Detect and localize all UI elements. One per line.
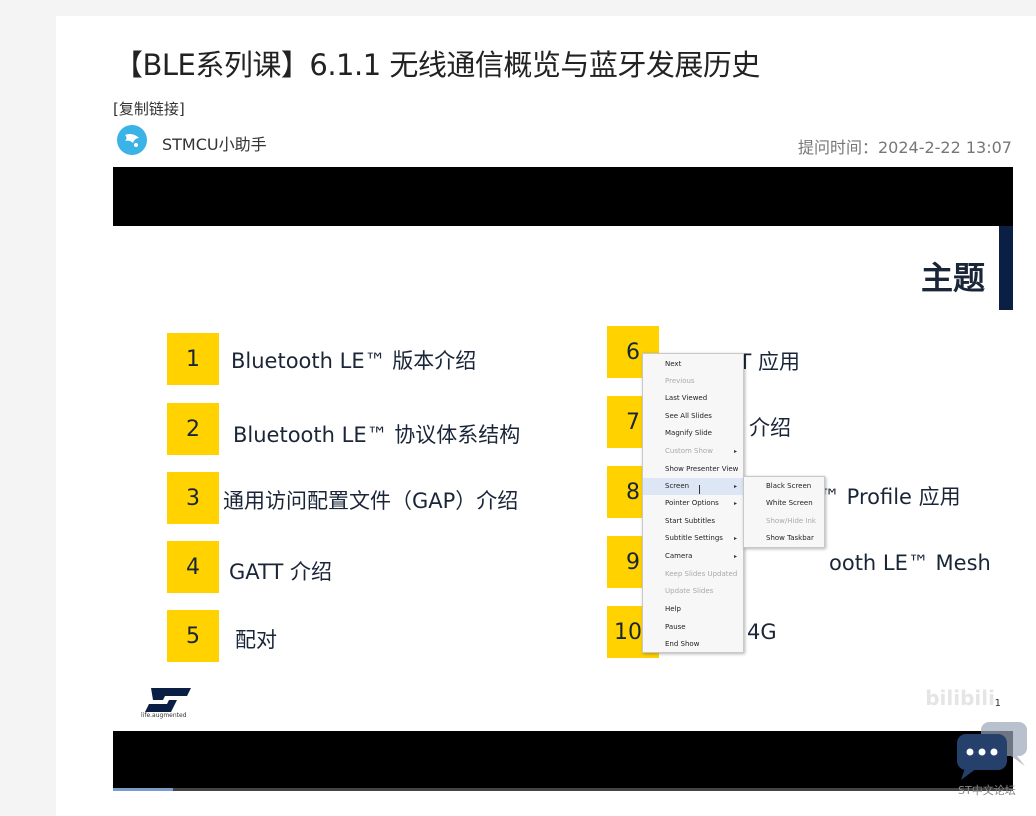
menu-item-label: Pointer Options bbox=[665, 499, 719, 507]
item-text: Bluetooth LE™ 版本介绍 bbox=[231, 349, 477, 373]
post-time: 提问时间：2024-2-22 13:07 bbox=[797, 138, 1012, 157]
item-number: 3 bbox=[167, 472, 219, 524]
menu-item-previous: Previous bbox=[665, 377, 695, 385]
list-item: 5 配对 bbox=[167, 610, 467, 664]
menu-item-end-show[interactable]: End Show bbox=[643, 636, 743, 653]
video-progress-bar[interactable] bbox=[113, 788, 1013, 791]
screen-submenu: Black Screen White Screen Show/Hide Ink … bbox=[743, 476, 825, 548]
menu-item-pause[interactable]: Pause bbox=[643, 619, 743, 636]
slide-accent-bar bbox=[999, 226, 1013, 310]
menu-item-last-viewed[interactable]: Last Viewed bbox=[643, 390, 743, 407]
menu-item-camera[interactable]: Camera ▸ bbox=[643, 548, 743, 565]
menu-item-subtitle-settings[interactable]: Subtitle Settings ▸ bbox=[643, 530, 743, 547]
item-number: 5 bbox=[167, 610, 219, 662]
item-text: Bluetooth LE™ 协议体系结构 bbox=[233, 423, 521, 447]
item-text: ™ Profile 应用 bbox=[819, 485, 961, 509]
menu-item-presenter-view[interactable]: Show Presenter View bbox=[643, 461, 743, 478]
menu-item-label: Camera bbox=[665, 552, 693, 560]
menu-item-screen[interactable]: Screen ▸ bbox=[643, 478, 743, 495]
context-menu: Next Previous Last Viewed See All Slides… bbox=[642, 353, 744, 653]
menu-item-label: Custom Show bbox=[665, 447, 713, 455]
slide-content: 主题 1 Bluetooth LE™ 版本介绍 2 Bluetooth LE™ … bbox=[113, 226, 1013, 731]
slide-title: 主题 bbox=[920, 259, 985, 297]
list-item: 1 Bluetooth LE™ 版本介绍 bbox=[167, 333, 567, 387]
menu-item-pointer-options[interactable]: Pointer Options ▸ bbox=[643, 495, 743, 512]
item-text: ooth LE™ Mesh bbox=[829, 551, 991, 575]
slide-page-number: 1 bbox=[994, 698, 1001, 709]
st-logo: life.augmented bbox=[141, 686, 197, 720]
submenu-arrow-icon: ▸ bbox=[733, 500, 737, 507]
menu-item-label: Screen bbox=[665, 482, 690, 490]
menu-item-custom-show: Custom Show ▸ bbox=[643, 443, 743, 460]
bilibili-watermark: bilibili bbox=[925, 686, 995, 710]
copy-link-button[interactable]: [复制链接] bbox=[113, 98, 185, 119]
submenu-arrow-icon: ▸ bbox=[733, 553, 737, 560]
mouse-cursor-icon bbox=[699, 485, 705, 494]
item-text: GATT 介绍 bbox=[229, 560, 332, 584]
menu-item-white-screen[interactable]: White Screen bbox=[744, 495, 824, 512]
menu-item-start-subtitles[interactable]: Start Subtitles bbox=[643, 513, 743, 530]
item-text: 通用访问配置文件（GAP）介绍 bbox=[223, 489, 519, 513]
list-item: 3 通用访问配置文件（GAP）介绍 bbox=[167, 472, 607, 526]
list-item: 2 Bluetooth LE™ 协议体系结构 bbox=[167, 403, 587, 457]
item-number: 1 bbox=[167, 333, 219, 385]
menu-item-magnify-slide[interactable]: Magnify Slide bbox=[643, 425, 743, 442]
video-progress-fill bbox=[113, 788, 173, 791]
item-number: 4 bbox=[167, 541, 219, 593]
author-name[interactable]: STMCU小助手 bbox=[162, 131, 267, 155]
item-text: 介绍 bbox=[749, 416, 791, 440]
menu-item-label: Subtitle Settings bbox=[665, 534, 723, 542]
submenu-arrow-icon: ▸ bbox=[733, 483, 737, 490]
chat-bubble-icon bbox=[957, 722, 1027, 780]
list-item: 4 GATT 介绍 bbox=[167, 541, 467, 595]
menu-item-next[interactable]: Next bbox=[643, 356, 743, 373]
avatar[interactable] bbox=[117, 125, 147, 155]
item-text: 配对 bbox=[235, 628, 277, 652]
video-player[interactable]: 主题 1 Bluetooth LE™ 版本介绍 2 Bluetooth LE™ … bbox=[113, 167, 1013, 791]
menu-item-update-slides: Update Slides bbox=[665, 587, 714, 595]
submenu-arrow-icon: ▸ bbox=[733, 448, 737, 455]
menu-item-show-taskbar[interactable]: Show Taskbar bbox=[744, 530, 824, 547]
item-text: 4G bbox=[747, 620, 777, 644]
menu-item-help[interactable]: Help bbox=[643, 601, 743, 618]
logo-tagline: life.augmented bbox=[141, 712, 187, 719]
chat-label: ST中文论坛 bbox=[958, 784, 1016, 797]
avatar-bird-icon bbox=[125, 134, 139, 147]
page-title: 【BLE系列课】6.1.1 无线通信概览与蓝牙发展历史 bbox=[114, 48, 760, 82]
submenu-arrow-icon: ▸ bbox=[733, 535, 737, 542]
menu-item-see-all-slides[interactable]: See All Slides bbox=[643, 408, 743, 425]
menu-item-keep-slides-updated: Keep Slides Updated bbox=[665, 570, 738, 578]
menu-item-show-hide-ink: Show/Hide Ink bbox=[766, 517, 816, 525]
menu-item-black-screen[interactable]: Black Screen bbox=[744, 478, 824, 495]
item-number: 2 bbox=[167, 403, 219, 455]
